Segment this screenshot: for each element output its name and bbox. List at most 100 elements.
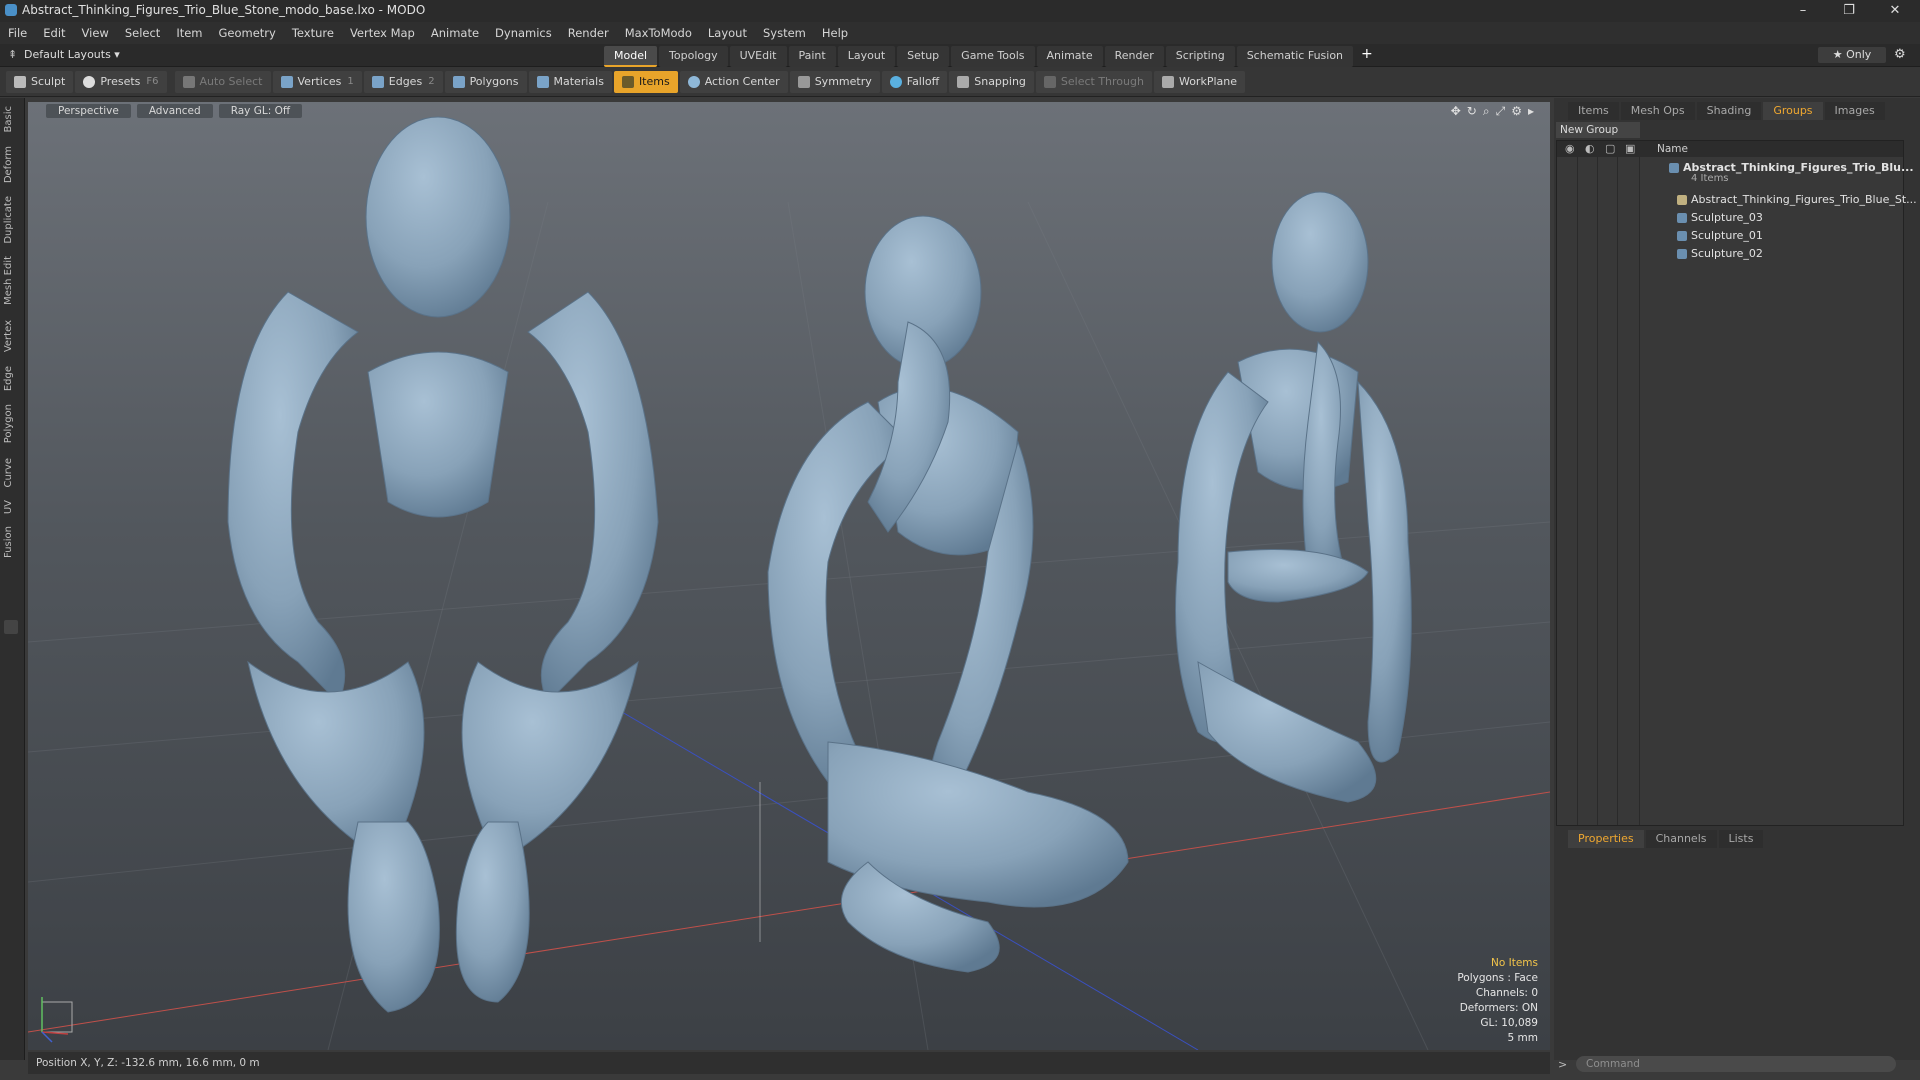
tab-groups[interactable]: Groups bbox=[1763, 102, 1823, 120]
edges-icon bbox=[371, 75, 384, 88]
tree-row-sculpture-02[interactable]: Sculpture_02 bbox=[1557, 245, 1903, 263]
vtab-vertex[interactable]: Vertex bbox=[3, 320, 14, 352]
menu-render[interactable]: Render bbox=[560, 26, 617, 40]
sculpt-button[interactable]: Sculpt bbox=[6, 70, 74, 93]
gear-icon[interactable]: ⚙ bbox=[1894, 47, 1906, 62]
tab-mesh-ops[interactable]: Mesh Ops bbox=[1620, 102, 1695, 120]
tab-uvedit[interactable]: UVEdit bbox=[729, 46, 787, 67]
viewport-info-hud: No Items Polygons : Face Channels: 0 Def… bbox=[1457, 956, 1538, 1046]
menu-select[interactable]: Select bbox=[117, 26, 168, 40]
tab-render[interactable]: Render bbox=[1104, 46, 1164, 67]
shading-mode-dropdown[interactable]: Advanced bbox=[136, 104, 213, 118]
menu-file[interactable]: File bbox=[0, 26, 35, 40]
menu-item[interactable]: Item bbox=[168, 26, 210, 40]
sidebar-toggle-button[interactable] bbox=[4, 620, 18, 634]
default-layouts-dropdown[interactable]: Default Layouts ▾ bbox=[24, 48, 120, 61]
rotate-view-icon[interactable]: ↻ bbox=[1467, 104, 1483, 118]
vtab-curve[interactable]: Curve bbox=[3, 458, 14, 488]
tab-topology[interactable]: Topology bbox=[659, 46, 728, 67]
tab-game-tools[interactable]: Game Tools bbox=[951, 46, 1035, 67]
fit-view-icon[interactable]: ⤢ bbox=[1496, 104, 1512, 118]
menu-texture[interactable]: Texture bbox=[284, 26, 342, 40]
command-input[interactable]: Command bbox=[1576, 1056, 1896, 1072]
close-icon[interactable]: ✕ bbox=[1878, 1, 1912, 21]
polygons-button[interactable]: Polygons bbox=[444, 70, 527, 93]
menu-maxtomodo[interactable]: MaxToModo bbox=[617, 26, 700, 40]
polygons-icon bbox=[452, 75, 465, 88]
sculpture-02[interactable] bbox=[1175, 191, 1412, 803]
vtab-basic[interactable]: Basic bbox=[3, 106, 14, 132]
tab-properties[interactable]: Properties bbox=[1568, 830, 1644, 848]
vertices-button[interactable]: Vertices 1 bbox=[272, 70, 362, 93]
view-perspective-dropdown[interactable]: Perspective bbox=[46, 104, 131, 118]
sculpture-03[interactable] bbox=[767, 215, 1129, 973]
vtab-deform[interactable]: Deform bbox=[3, 146, 14, 183]
menu-dynamics[interactable]: Dynamics bbox=[487, 26, 560, 40]
lock-icon[interactable]: ▢ bbox=[1605, 142, 1615, 155]
vtab-mesh-edit[interactable]: Mesh Edit bbox=[3, 256, 14, 305]
edges-button[interactable]: Edges 2 bbox=[363, 70, 443, 93]
only-toggle[interactable]: ★ Only bbox=[1818, 47, 1886, 63]
tab-images[interactable]: Images bbox=[1824, 102, 1885, 120]
auto-select-button[interactable]: Auto Select bbox=[174, 70, 271, 93]
vtab-duplicate[interactable]: Duplicate bbox=[3, 196, 14, 244]
hud-channels: Channels: 0 bbox=[1475, 987, 1538, 999]
tab-lists[interactable]: Lists bbox=[1718, 830, 1764, 848]
vtab-fusion[interactable]: Fusion bbox=[3, 526, 14, 558]
workplane-button[interactable]: WorkPlane bbox=[1153, 70, 1245, 93]
vtab-polygon[interactable]: Polygon bbox=[3, 404, 14, 443]
tree-row-mesh[interactable]: Abstract_Thinking_Figures_Trio_Blue_St..… bbox=[1557, 191, 1917, 209]
menu-view[interactable]: View bbox=[74, 26, 117, 40]
select-through-button[interactable]: Select Through bbox=[1035, 70, 1152, 93]
symmetry-button[interactable]: Symmetry bbox=[789, 70, 880, 93]
tree-row-sculpture-03[interactable]: Sculpture_03 bbox=[1557, 209, 1903, 227]
vtab-uv[interactable]: UV bbox=[3, 500, 14, 514]
tab-shading[interactable]: Shading bbox=[1696, 102, 1762, 120]
tab-layout[interactable]: Layout bbox=[837, 46, 896, 67]
tab-setup[interactable]: Setup bbox=[897, 46, 950, 67]
select-through-icon bbox=[1043, 75, 1056, 88]
brush-icon bbox=[14, 75, 26, 88]
layout-arrow-icon[interactable]: ⇞ bbox=[8, 48, 17, 61]
viewport-more-icon[interactable]: ▸ bbox=[1528, 104, 1540, 118]
menu-help[interactable]: Help bbox=[814, 26, 856, 40]
viewport-settings-icon[interactable]: ⚙ bbox=[1511, 104, 1528, 118]
tab-paint[interactable]: Paint bbox=[788, 46, 836, 67]
render-icon[interactable]: ◐ bbox=[1585, 142, 1595, 155]
menu-animate[interactable]: Animate bbox=[423, 26, 487, 40]
menu-layout[interactable]: Layout bbox=[700, 26, 755, 40]
snapping-button[interactable]: Snapping bbox=[949, 70, 1034, 93]
tab-scripting[interactable]: Scripting bbox=[1165, 46, 1235, 67]
tab-schematic-fusion[interactable]: Schematic Fusion bbox=[1236, 46, 1354, 67]
tab-animate[interactable]: Animate bbox=[1036, 46, 1103, 67]
move-view-icon[interactable]: ✥ bbox=[1451, 104, 1467, 118]
items-button[interactable]: Items bbox=[613, 70, 678, 93]
presets-button[interactable]: Presets F6 bbox=[75, 70, 167, 93]
tree-row-sculpture-01[interactable]: Sculpture_01 bbox=[1557, 227, 1903, 245]
restore-icon[interactable]: ❐ bbox=[1832, 1, 1866, 21]
groups-tree: ◉ ◐ ▢ ▣ Name Abstract_Thinking_Figures_T… bbox=[1556, 140, 1917, 826]
new-group-button[interactable]: New Group bbox=[1556, 122, 1640, 138]
materials-button[interactable]: Materials bbox=[528, 70, 612, 93]
falloff-button[interactable]: Falloff bbox=[881, 70, 948, 93]
menu-vertex-map[interactable]: Vertex Map bbox=[342, 26, 423, 40]
mesh-icon bbox=[1677, 231, 1687, 241]
menu-edit[interactable]: Edit bbox=[35, 26, 73, 40]
raygl-toggle[interactable]: Ray GL: Off bbox=[218, 104, 303, 118]
tab-channels[interactable]: Channels bbox=[1645, 830, 1717, 848]
name-column-header: Name bbox=[1657, 143, 1688, 155]
select-icon[interactable]: ▣ bbox=[1625, 142, 1635, 155]
menu-system[interactable]: System bbox=[755, 26, 814, 40]
action-center-button[interactable]: Action Center bbox=[679, 70, 788, 93]
zoom-view-icon[interactable]: ⌕ bbox=[1483, 104, 1496, 118]
tab-model[interactable]: Model bbox=[604, 46, 658, 67]
menu-geometry[interactable]: Geometry bbox=[211, 26, 284, 40]
add-tab-button[interactable]: + bbox=[1355, 46, 1379, 67]
vtab-edge[interactable]: Edge bbox=[3, 366, 14, 391]
3d-viewport[interactable]: Perspective Advanced Ray GL: Off ✥↻⌕⤢⚙▸ … bbox=[28, 102, 1550, 1050]
sculpture-01[interactable] bbox=[227, 116, 659, 1013]
tab-items[interactable]: Items bbox=[1568, 102, 1619, 120]
locator-icon bbox=[1677, 195, 1687, 205]
minimize-icon[interactable]: – bbox=[1786, 1, 1820, 21]
eye-icon[interactable]: ◉ bbox=[1565, 142, 1575, 155]
